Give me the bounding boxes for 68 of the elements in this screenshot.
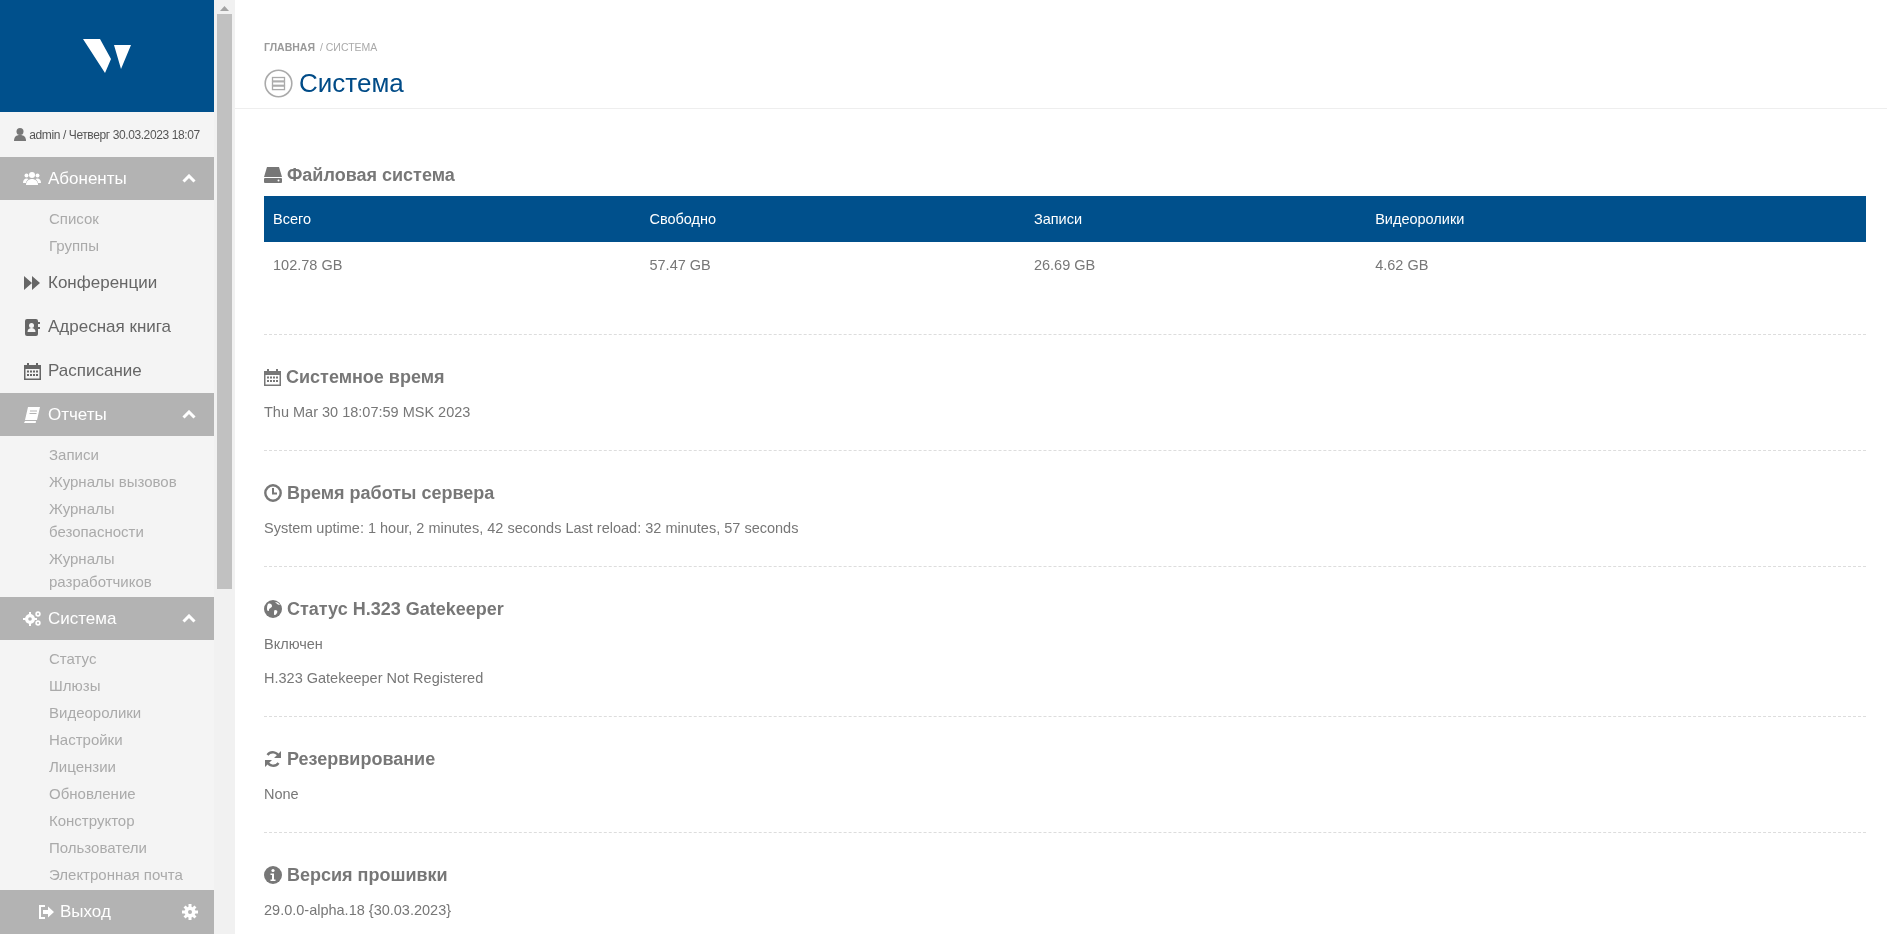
hard-drive-icon [264,167,282,183]
section-title: Резервирование [287,748,436,771]
column-header: Всего [264,196,641,242]
calendar-icon [23,362,41,380]
table-cell: 57.47 GB [640,242,1025,288]
section-text: System uptime: 1 hour, 2 minutes, 42 seconds Last reload: 32 minutes, 57 seconds [264,519,800,538]
nav-section-header[interactable]: Абоненты [0,157,214,200]
nav-subitem[interactable]: Список [0,205,214,232]
section-title: Файловая система [287,164,455,187]
section-title: Системное время [286,366,445,389]
nav-subitem[interactable]: Пользователи [0,834,214,861]
breadcrumb-link[interactable]: ГЛАВНАЯ [264,41,315,53]
logout-link[interactable]: Выход [39,902,111,922]
logo-icon [83,39,131,73]
sign-out-icon [39,905,54,919]
table-cell: 26.69 GB [1024,242,1367,288]
nav-subitem[interactable]: Лицензии [0,753,214,780]
column-header: Видеоролики [1366,196,1866,242]
section-title: Время работы сервера [287,482,495,505]
section-title: Статус H.323 Gatekeeper [287,598,504,621]
nav-subitem[interactable]: Журналы вызовов [0,468,214,495]
book-icon [24,406,40,423]
user-icon [14,128,27,141]
server-icon [264,69,293,98]
nav-subitem[interactable]: Электронная почта [0,861,214,888]
info-icon [264,866,282,884]
table-cell: 102.78 GB [264,242,641,288]
globe-icon [264,600,282,618]
nav-subitem[interactable]: Журналы безопасности [0,495,214,545]
forward-icon [24,276,40,290]
table-cell: 4.62 GB [1366,242,1866,288]
address-book-icon [24,318,40,336]
nav-item[interactable]: Конференции [0,261,214,305]
nav-subitem[interactable]: Группы [0,232,214,259]
nav-subitem[interactable]: Настройки [0,726,214,753]
nav-subitem[interactable]: Записи [0,441,214,468]
nav-section-header[interactable]: Система [0,597,214,640]
nav-subitem[interactable]: Конструктор [0,807,214,834]
breadcrumb-current: / СИСТЕМА [319,41,378,53]
chevron-up-icon [182,174,196,183]
nav-subitem[interactable]: Статус [0,645,214,672]
page-title: Система [299,68,404,99]
column-header: Свободно [640,196,1025,242]
settings-icon[interactable] [182,904,198,920]
chevron-up-icon [182,410,196,419]
chevron-up-icon [182,614,196,623]
refresh-icon [264,750,282,768]
nav-section-header[interactable]: Отчеты [0,393,214,436]
user-info: admin / Четверг 30.03.2023 18:07 [0,112,214,157]
nav-subitem[interactable]: Шлюзы [0,672,214,699]
scroll-up-icon[interactable] [220,5,229,11]
nav-item[interactable]: Расписание [0,349,214,393]
nav-subitem[interactable]: Видеоролики [0,699,214,726]
section-text: Включен [264,635,324,654]
section-title: Версия прошивки [287,864,448,887]
nav-item[interactable]: Адресная книга [0,305,214,349]
users-icon [23,170,41,187]
nav-subitem[interactable]: Обновление [0,780,214,807]
section-text: 29.0.0-alpha.18 {30.03.2023} [264,901,453,920]
calendar-icon [264,368,281,386]
column-header: Записи [1024,196,1367,242]
section-text: Thu Mar 30 18:07:59 MSK 2023 [264,403,472,422]
scrollbar[interactable] [214,0,235,934]
nav-subitem[interactable]: Журналы разработчиков [0,545,214,595]
gears-icon [22,610,42,627]
section-text: H.323 Gatekeeper Not Registered [264,669,485,688]
clock-icon [264,484,282,502]
section-text: None [264,785,300,804]
